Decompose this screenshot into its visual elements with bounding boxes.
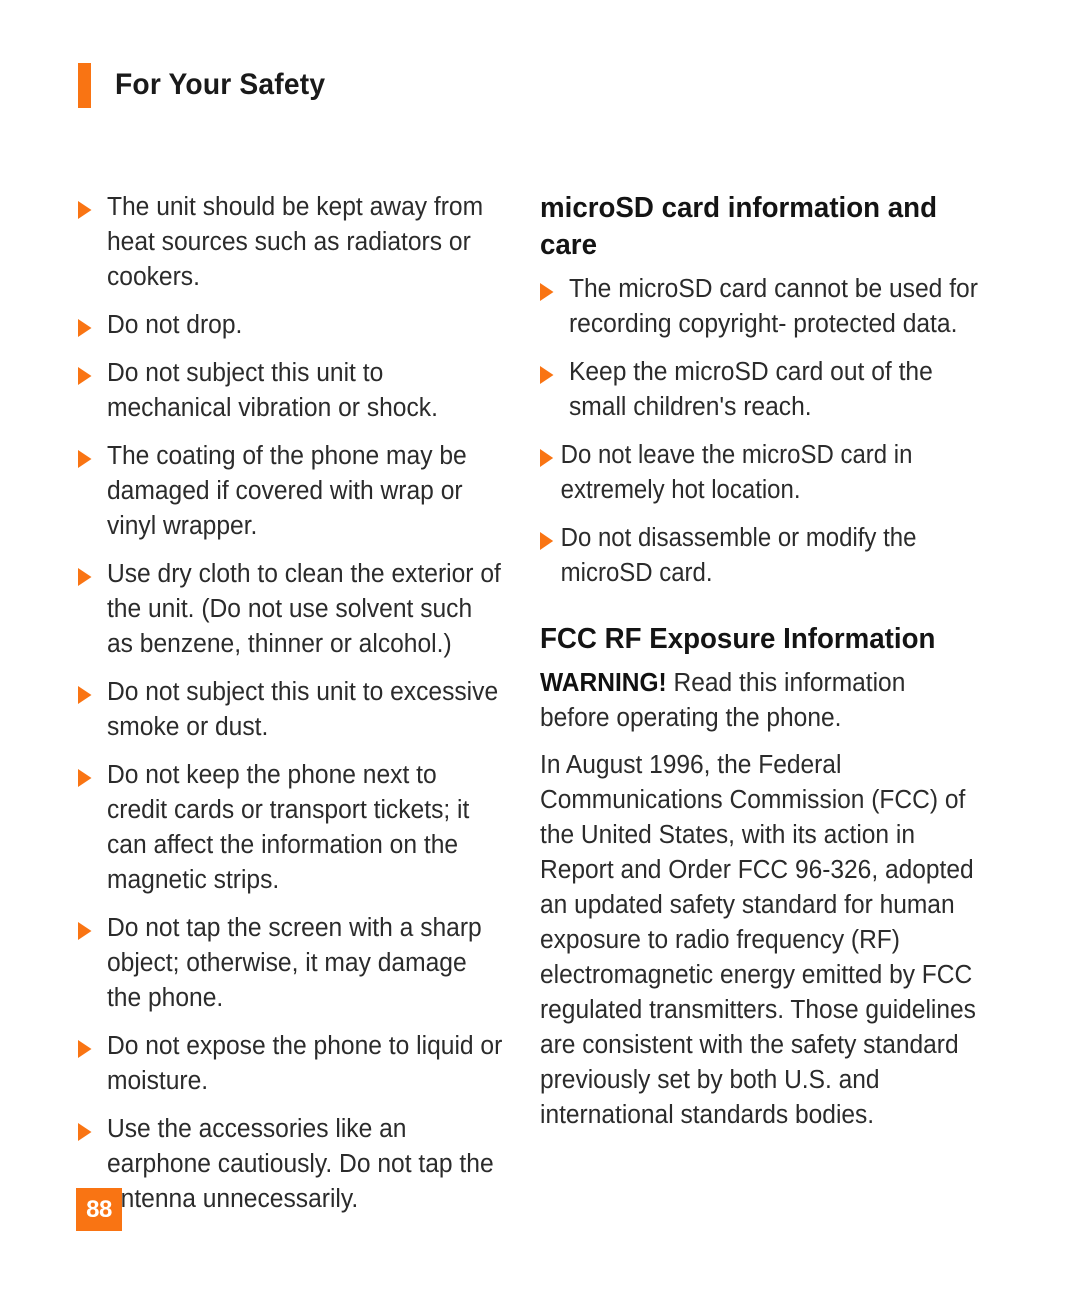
list-item: Use dry cloth to clean the exterior of t… xyxy=(78,557,503,662)
header-accent-bar-icon xyxy=(78,62,91,108)
list-item-text: Use the accessories like an earphone cau… xyxy=(106,1115,494,1213)
triangle-bullet-icon xyxy=(78,686,92,704)
triangle-bullet-icon xyxy=(540,283,554,301)
fcc-body-paragraph: In August 1996, the Federal Communicatio… xyxy=(540,751,976,1129)
list-item: Do not subject this unit to mechanical v… xyxy=(78,356,503,426)
list-item-text: Do not expose the phone to liquid or moi… xyxy=(106,1032,503,1095)
page-header: For Your Safety xyxy=(78,60,339,110)
list-item-text: Do not subject this unit to excessive sm… xyxy=(106,678,499,741)
list-item-text: The unit should be kept away from heat s… xyxy=(106,193,484,291)
triangle-bullet-icon xyxy=(78,1040,92,1058)
list-item-text: The coating of the phone may be damaged … xyxy=(106,442,467,540)
list-item: The microSD card cannot be used for reco… xyxy=(540,272,979,342)
list-item: Do not drop. xyxy=(78,308,503,343)
page-number-text: 88 xyxy=(86,1195,112,1223)
triangle-bullet-icon xyxy=(540,532,554,550)
microsd-bullet-list: The microSD card cannot be used for reco… xyxy=(540,272,995,591)
list-item: Do not tap the screen with a sharp objec… xyxy=(78,911,503,1016)
section-heading-microsd: microSD card information and care xyxy=(540,192,938,261)
warning-label: WARNING! xyxy=(540,669,667,697)
triangle-bullet-icon xyxy=(78,450,92,468)
list-item-text: Do not leave the microSD card in extreme… xyxy=(560,441,913,504)
list-item: Do not subject this unit to excessive sm… xyxy=(78,675,503,745)
triangle-bullet-icon xyxy=(540,366,554,384)
list-item-text: Do not subject this unit to mechanical v… xyxy=(106,359,438,422)
list-item-text: Do not keep the phone next to credit car… xyxy=(106,761,470,894)
list-item: Do not expose the phone to liquid or moi… xyxy=(78,1029,503,1099)
list-item-text: Do not tap the screen with a sharp objec… xyxy=(106,914,482,1012)
triangle-bullet-icon xyxy=(78,922,92,940)
list-item: The unit should be kept away from heat s… xyxy=(78,190,503,295)
right-column: microSD card information and care The mi… xyxy=(540,190,995,1137)
manual-page: For Your Safety The unit should be kept … xyxy=(0,0,1080,1295)
list-item: Do not disassemble or modify the microSD… xyxy=(540,521,968,591)
list-item-text: The microSD card cannot be used for reco… xyxy=(568,275,978,338)
list-item: Keep the microSD card out of the small c… xyxy=(540,355,979,425)
list-item: Do not keep the phone next to credit car… xyxy=(78,758,503,898)
triangle-bullet-icon xyxy=(78,568,92,586)
fcc-warning-paragraph: WARNING! Read this information before op… xyxy=(540,666,978,736)
triangle-bullet-icon xyxy=(78,201,92,219)
list-item-text: Keep the microSD card out of the small c… xyxy=(568,358,933,421)
list-item: Do not leave the microSD card in extreme… xyxy=(540,438,968,508)
list-item: The coating of the phone may be damaged … xyxy=(78,439,503,544)
list-item: Use the accessories like an earphone cau… xyxy=(78,1112,503,1217)
list-item-text: Do not disassemble or modify the microSD… xyxy=(560,524,917,587)
section-heading-fcc: FCC RF Exposure Information xyxy=(540,623,936,655)
triangle-bullet-icon xyxy=(78,319,92,337)
triangle-bullet-icon xyxy=(78,367,92,385)
list-item-text: Use dry cloth to clean the exterior of t… xyxy=(106,560,501,658)
left-column: The unit should be kept away from heat s… xyxy=(78,190,518,1217)
page-number-badge: 88 xyxy=(76,1188,122,1231)
safety-bullet-list: The unit should be kept away from heat s… xyxy=(78,190,518,1217)
triangle-bullet-icon xyxy=(540,449,554,467)
triangle-bullet-icon xyxy=(78,1123,92,1141)
triangle-bullet-icon xyxy=(78,769,92,787)
list-item-text: Do not drop. xyxy=(106,311,243,339)
page-title: For Your Safety xyxy=(115,68,326,101)
